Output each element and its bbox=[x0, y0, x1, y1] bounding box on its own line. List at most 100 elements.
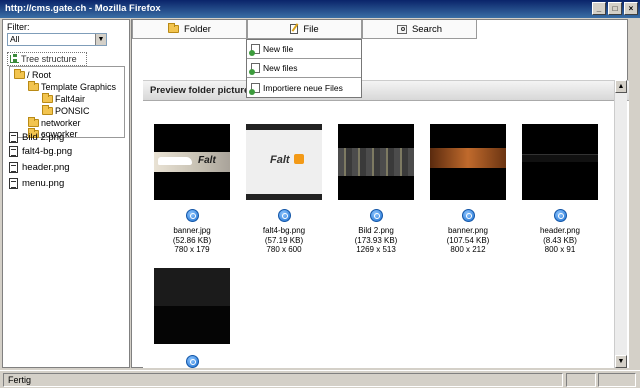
image-size: (8.43 KB) bbox=[543, 235, 577, 245]
window-title-bar: http://cms.gate.ch - Mozilla Firefox _ □… bbox=[0, 0, 640, 18]
zoom-icon[interactable] bbox=[278, 209, 291, 222]
folder-icon bbox=[28, 117, 39, 127]
image-caption: Bild 2.png (173.93 KB) 1269 x 513 bbox=[331, 226, 421, 255]
file-list-item[interactable]: falt4-bg.png bbox=[9, 146, 72, 157]
plane-shape bbox=[158, 157, 192, 165]
image-size: (52.86 KB) bbox=[172, 235, 212, 245]
image-thumbnail-banner-jpg[interactable]: Falt bbox=[154, 124, 230, 200]
file-name: Bild 2.png bbox=[22, 132, 65, 143]
vertical-scrollbar[interactable]: ▲ ▼ bbox=[614, 80, 627, 368]
file-icon bbox=[9, 146, 18, 157]
zoom-icon[interactable] bbox=[186, 355, 199, 368]
menu-item-new-files[interactable]: New files bbox=[247, 59, 361, 78]
folder-icon bbox=[42, 105, 53, 115]
thumb-logo-text: Falt bbox=[198, 155, 216, 166]
import-files-icon bbox=[249, 82, 260, 95]
close-button[interactable]: × bbox=[624, 2, 638, 15]
tree-icon bbox=[10, 54, 19, 63]
thumbnail-artwork bbox=[522, 154, 598, 162]
folder-tree: / Root Template Graphics Falt4air PONSIC… bbox=[9, 66, 125, 139]
folder-icon bbox=[42, 93, 53, 103]
image-thumbnail-banner-png[interactable] bbox=[430, 124, 506, 200]
file-list-item[interactable]: menu.png bbox=[9, 178, 64, 189]
folder-open-icon bbox=[14, 69, 25, 79]
file-dropdown-menu: New file New files Importiere neue Files bbox=[246, 39, 362, 98]
toolbar-tabs: Folder File Search bbox=[132, 20, 477, 39]
image-dimensions: 780 x 179 bbox=[174, 245, 210, 254]
image-dimensions: 1269 x 513 bbox=[356, 245, 396, 254]
tab-label: File bbox=[303, 23, 319, 35]
tree-node-label: Template Graphics bbox=[41, 82, 117, 92]
scroll-down-button[interactable]: ▼ bbox=[615, 355, 627, 368]
thumbnail-artwork bbox=[430, 148, 506, 168]
image-name: Bild 2.png bbox=[358, 226, 394, 235]
tree-node-ponsic[interactable]: PONSIC bbox=[42, 105, 90, 116]
zoom-icon[interactable] bbox=[186, 209, 199, 222]
tree-node-template-graphics[interactable]: Template Graphics bbox=[28, 81, 117, 92]
tree-node-root[interactable]: / Root bbox=[14, 69, 52, 80]
maximize-button[interactable]: □ bbox=[608, 2, 622, 15]
status-cell bbox=[566, 373, 596, 387]
menu-item-import-files[interactable]: Importiere neue Files bbox=[247, 78, 361, 97]
image-caption: falt4-bg.png (57.19 KB) 780 x 600 bbox=[239, 226, 329, 255]
browser-content: Filter: All ▼ Tree structure / Root Temp… bbox=[0, 18, 640, 370]
file-list-item[interactable]: header.png bbox=[9, 162, 70, 173]
tree-node-label: networker bbox=[41, 118, 81, 128]
preview-header: Preview folder pictures: Falt4air bbox=[143, 80, 629, 101]
tree-structure-label: Tree structure bbox=[21, 54, 77, 64]
tab-search[interactable]: Search bbox=[362, 20, 477, 39]
filter-select[interactable]: All ▼ bbox=[7, 33, 107, 46]
image-thumbnail-menu[interactable] bbox=[154, 268, 230, 344]
filter-value: All bbox=[10, 34, 20, 44]
thumbnail-artwork bbox=[338, 148, 414, 176]
image-name: banner.png bbox=[447, 226, 489, 235]
status-bar: Fertig bbox=[0, 370, 640, 388]
file-icon bbox=[9, 162, 18, 173]
thumbnail-top-band bbox=[246, 124, 322, 130]
file-name: falt4-bg.png bbox=[22, 146, 73, 157]
new-files-icon bbox=[249, 63, 260, 75]
tab-folder[interactable]: Folder bbox=[132, 20, 247, 39]
menu-item-label: New file bbox=[263, 44, 294, 54]
image-size: (107.54 KB) bbox=[446, 235, 490, 245]
image-thumbnail-header[interactable] bbox=[522, 124, 598, 200]
menu-item-label: Importiere neue Files bbox=[263, 82, 343, 93]
image-caption: banner.png (107.54 KB) 800 x 212 bbox=[423, 226, 513, 255]
file-icon bbox=[9, 178, 18, 189]
thumbnail-bottom-band bbox=[246, 194, 322, 200]
main-panel: Folder File Search Preview folder pictur… bbox=[131, 19, 629, 368]
file-name: header.png bbox=[22, 162, 70, 173]
tab-label: Search bbox=[411, 23, 443, 35]
preview-area: Preview folder pictures: Falt4air Falt F… bbox=[143, 80, 629, 368]
zoom-icon[interactable] bbox=[554, 209, 567, 222]
image-name: falt4-bg.png bbox=[262, 226, 306, 235]
scroll-up-button[interactable]: ▲ bbox=[615, 80, 627, 93]
status-text: Fertig bbox=[3, 373, 563, 387]
window-controls: _ □ × bbox=[592, 2, 638, 15]
image-dimensions: 800 x 91 bbox=[544, 245, 576, 254]
tree-node-label: / Root bbox=[27, 70, 52, 80]
tree-node-falt4air[interactable]: Falt4air bbox=[42, 93, 85, 104]
tree-structure-tab[interactable]: Tree structure bbox=[7, 52, 87, 66]
left-panel: Filter: All ▼ Tree structure / Root Temp… bbox=[2, 19, 130, 368]
menu-item-new-file[interactable]: New file bbox=[247, 40, 361, 59]
image-caption: banner.jpg (52.86 KB) 780 x 179 bbox=[147, 226, 237, 255]
file-icon bbox=[9, 132, 18, 143]
image-caption: header.png (8.43 KB) 800 x 91 bbox=[515, 226, 605, 255]
folder-icon bbox=[168, 23, 180, 33]
image-dimensions: 780 x 600 bbox=[266, 245, 302, 254]
minimize-button[interactable]: _ bbox=[592, 2, 606, 15]
image-thumbnail-bild-2[interactable] bbox=[338, 124, 414, 200]
search-icon bbox=[396, 24, 407, 34]
tab-file[interactable]: File bbox=[247, 20, 362, 39]
image-thumbnail-falt4-bg[interactable]: Falt bbox=[246, 124, 322, 200]
zoom-icon[interactable] bbox=[370, 209, 383, 222]
chevron-down-icon[interactable]: ▼ bbox=[95, 34, 106, 45]
filter-label: Filter: bbox=[7, 22, 30, 32]
thumb-logo-text: Falt bbox=[270, 154, 290, 166]
file-list-item[interactable]: Bild 2.png bbox=[9, 132, 64, 143]
folder-open-icon bbox=[28, 81, 39, 91]
tree-node-networker[interactable]: networker bbox=[28, 117, 81, 128]
status-cell bbox=[598, 373, 636, 387]
zoom-icon[interactable] bbox=[462, 209, 475, 222]
